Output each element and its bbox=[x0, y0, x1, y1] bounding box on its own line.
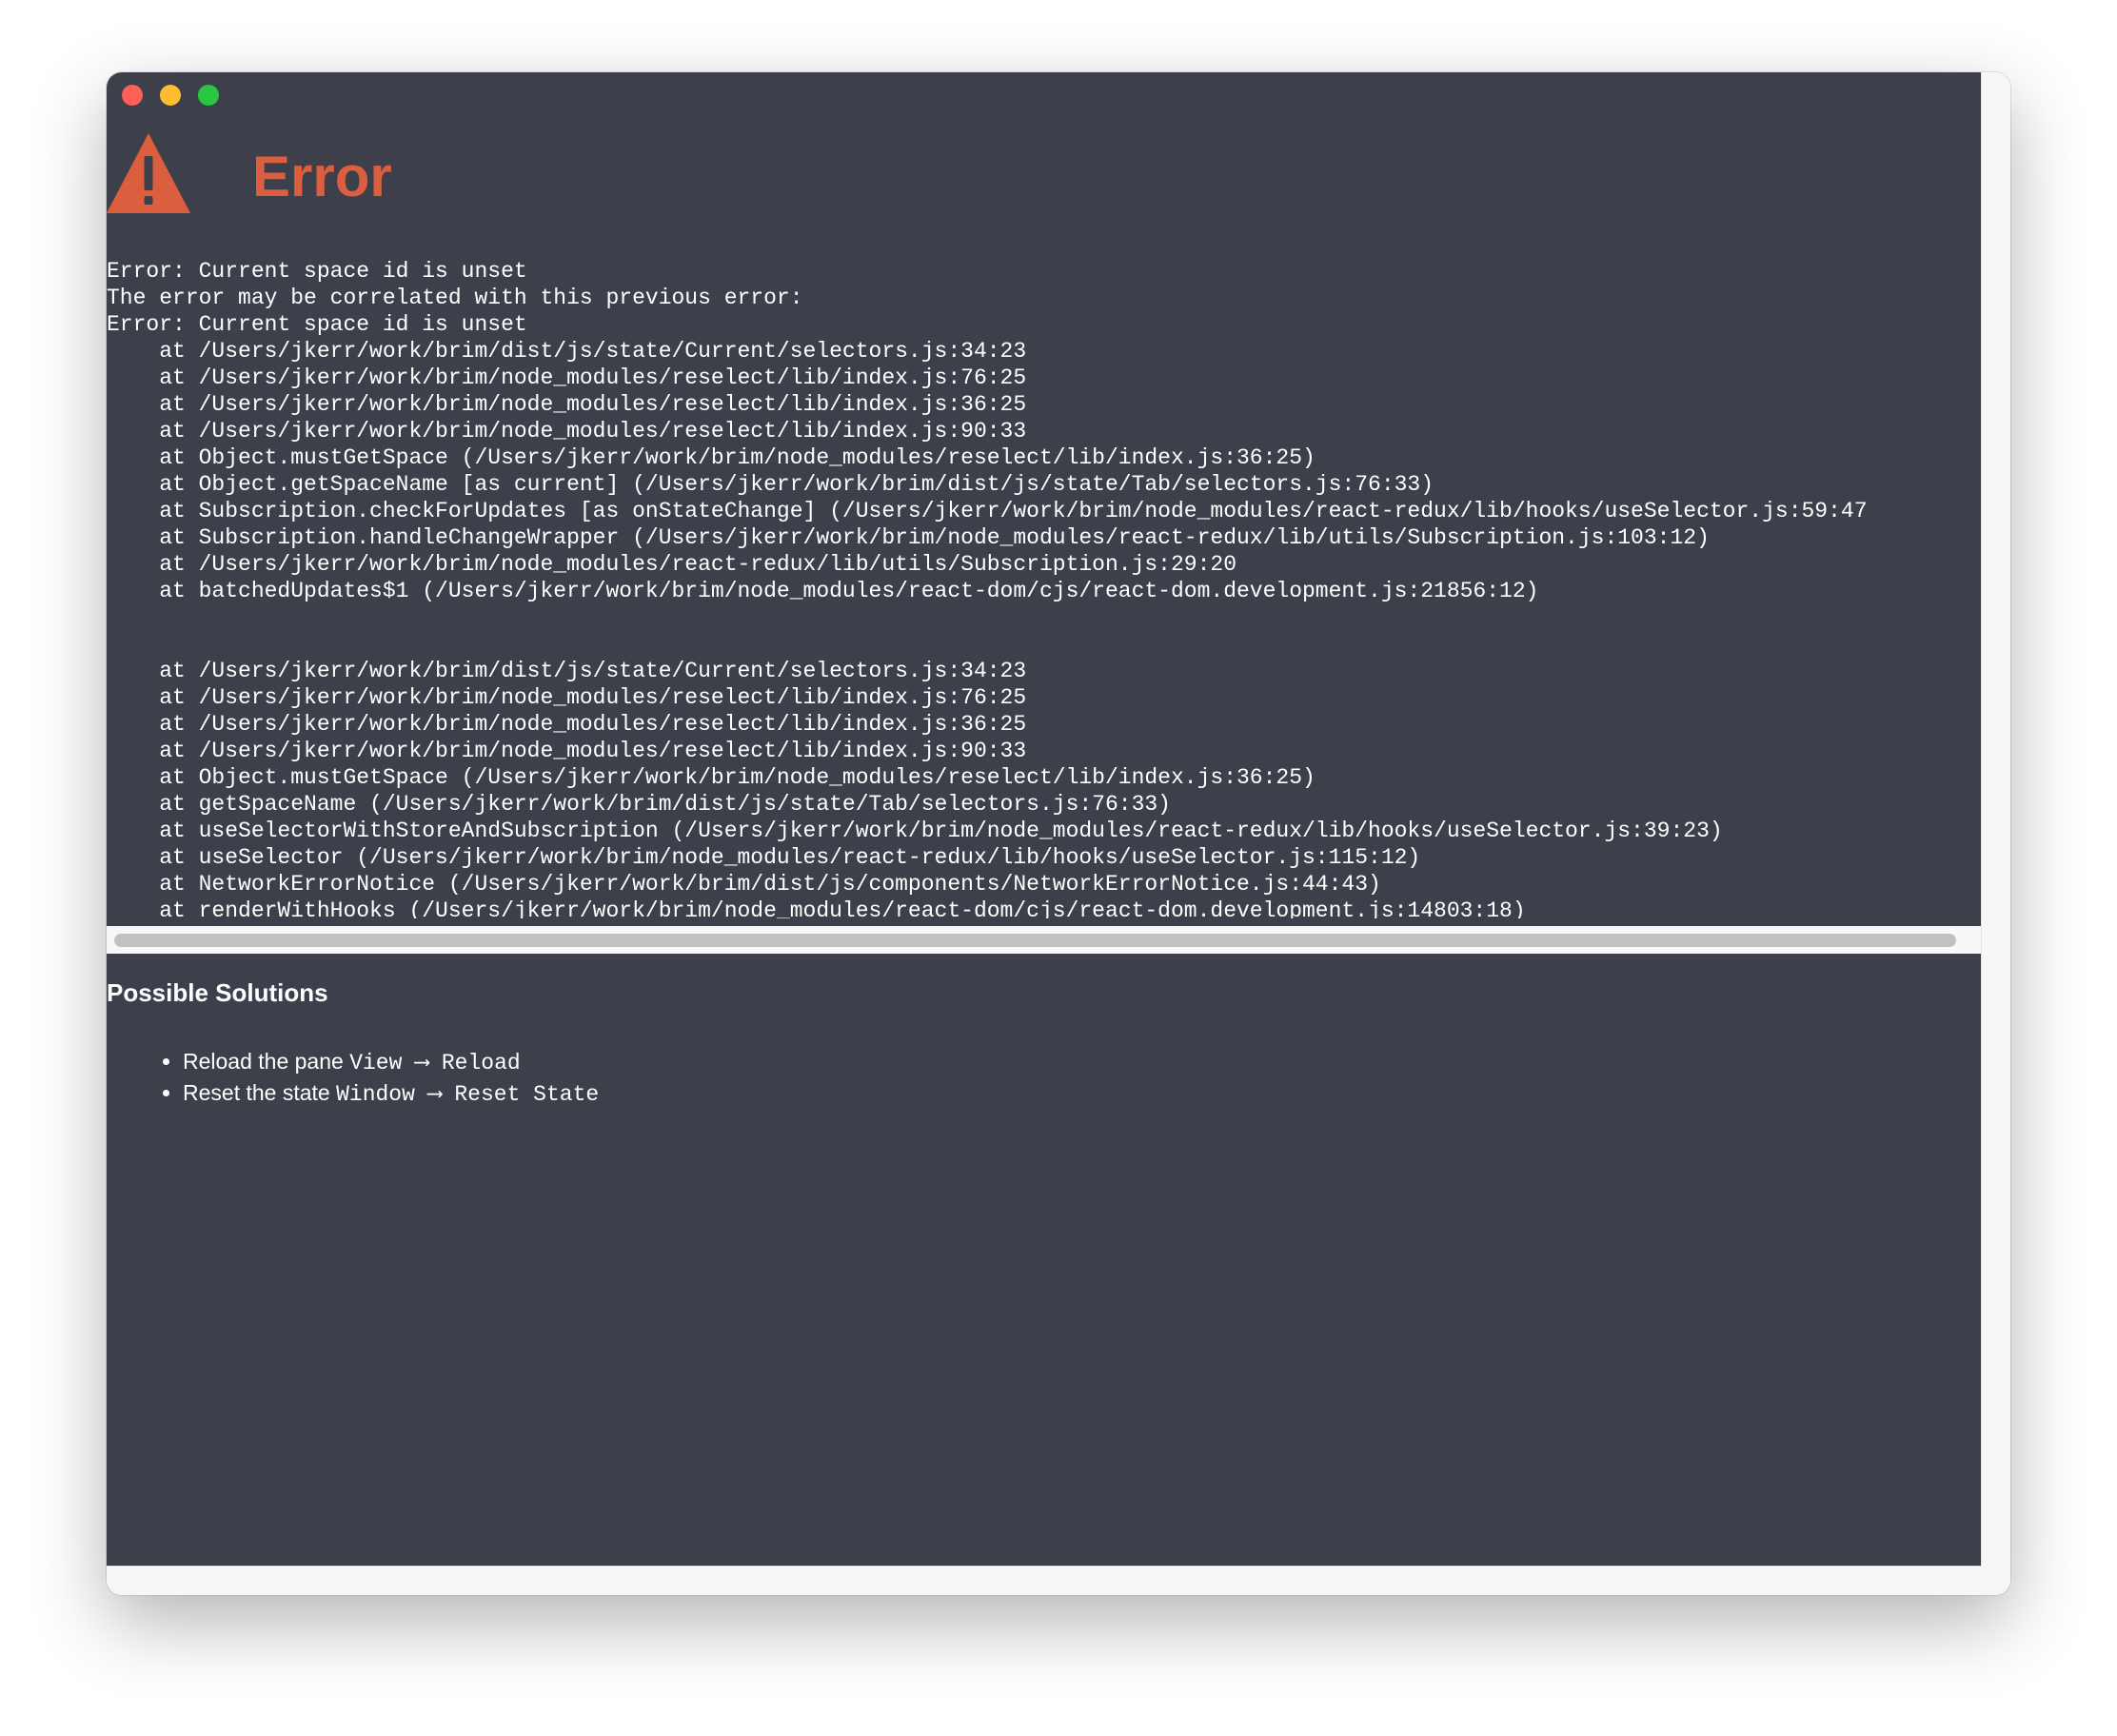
solution-text: Reset the state bbox=[183, 1080, 330, 1105]
stack-trace-line: at Object.getSpaceName [as current] (/Us… bbox=[107, 472, 1434, 497]
stack-trace-line: Error: Current space id is unset bbox=[107, 259, 527, 284]
stack-trace-scroll-area[interactable]: Error: Current space id is unset The erro… bbox=[107, 258, 1982, 918]
stack-trace-line: at NetworkErrorNotice (/Users/jkerr/work… bbox=[107, 872, 1381, 897]
stack-trace-line: at /Users/jkerr/work/brim/node_modules/r… bbox=[107, 365, 1027, 390]
solution-text: Reload the pane bbox=[183, 1049, 344, 1074]
stack-trace-line: at /Users/jkerr/work/brim/node_modules/r… bbox=[107, 419, 1027, 444]
stack-trace-line: at Object.mustGetSpace (/Users/jkerr/wor… bbox=[107, 765, 1316, 790]
warning-triangle-icon bbox=[107, 133, 190, 213]
window-close-button[interactable] bbox=[122, 85, 143, 106]
stack-trace-line bbox=[107, 631, 1982, 658]
stack-trace-line: at /Users/jkerr/work/brim/node_modules/r… bbox=[107, 712, 1027, 737]
stack-trace-line: at /Users/jkerr/work/brim/node_modules/r… bbox=[107, 739, 1027, 763]
stack-trace-line: at /Users/jkerr/work/brim/dist/js/state/… bbox=[107, 339, 1027, 364]
window-maximize-button[interactable] bbox=[198, 85, 219, 106]
stack-trace-line: at Object.mustGetSpace (/Users/jkerr/wor… bbox=[107, 445, 1316, 470]
error-title: Error bbox=[252, 145, 392, 208]
stack-trace-line: The error may be correlated with this pr… bbox=[107, 286, 803, 310]
error-page: Error Error: Current space id is unset Th… bbox=[107, 72, 1982, 1566]
solution-command: View ⟶ Reload bbox=[349, 1051, 521, 1075]
window-bottom-bar bbox=[107, 1566, 1982, 1595]
stack-trace-line: at Subscription.handleChangeWrapper (/Us… bbox=[107, 525, 1710, 550]
window-minimize-button[interactable] bbox=[160, 85, 181, 106]
stack-trace-line: at /Users/jkerr/work/brim/node_modules/r… bbox=[107, 552, 1237, 577]
stack-trace-line: at renderWithHooks (/Users/jkerr/work/br… bbox=[107, 898, 1526, 918]
stack-trace-line bbox=[107, 604, 1982, 631]
stack-trace-line: at /Users/jkerr/work/brim/node_modules/r… bbox=[107, 392, 1027, 417]
app-window: Error Error: Current space id is unset Th… bbox=[107, 72, 2010, 1595]
stack-trace-line: at /Users/jkerr/work/brim/dist/js/state/… bbox=[107, 659, 1027, 683]
stack-trace-line: at useSelector (/Users/jkerr/work/brim/n… bbox=[107, 845, 1421, 870]
solution-item-reset-state: Reset the state Window ⟶ Reset State bbox=[183, 1078, 599, 1110]
solution-command: Window ⟶ Reset State bbox=[336, 1082, 600, 1107]
solutions-heading: Possible Solutions bbox=[107, 978, 328, 1007]
horizontal-scrollbar-thumb[interactable] bbox=[114, 934, 1956, 947]
stack-trace-line: at /Users/jkerr/work/brim/node_modules/r… bbox=[107, 685, 1027, 710]
horizontal-scrollbar[interactable] bbox=[107, 926, 1982, 954]
vertical-scrollbar[interactable] bbox=[1981, 72, 2010, 1595]
stack-trace-line: at useSelectorWithStoreAndSubscription (… bbox=[107, 819, 1723, 843]
solutions-list: Reload the pane View ⟶ Reload Reset the … bbox=[107, 1047, 599, 1110]
stack-trace-line: at getSpaceName (/Users/jkerr/work/brim/… bbox=[107, 792, 1171, 817]
stack-trace-line: at Subscription.checkForUpdates [as onSt… bbox=[107, 499, 1868, 523]
solution-item-reload: Reload the pane View ⟶ Reload bbox=[183, 1047, 599, 1078]
stack-trace-line: Error: Current space id is unset bbox=[107, 312, 527, 337]
stack-trace: Error: Current space id is unset The erro… bbox=[107, 258, 1982, 918]
stack-trace-line: at batchedUpdates$1 (/Users/jkerr/work/b… bbox=[107, 579, 1539, 603]
